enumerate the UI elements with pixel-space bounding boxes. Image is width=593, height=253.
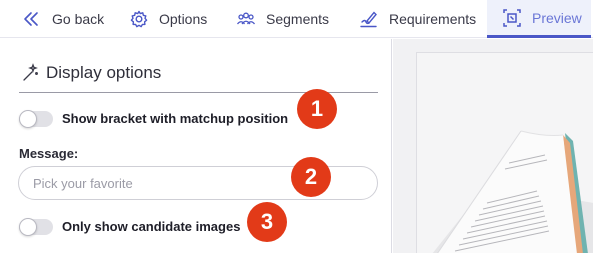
tab-segments[interactable]: Segments: [236, 0, 329, 38]
bracket-position-toggle[interactable]: [19, 110, 53, 128]
callout-badge-1: 1: [297, 89, 337, 129]
display-options-heading: Display options: [20, 63, 161, 83]
callout-badge-3: 3: [247, 202, 287, 242]
open-book-illustration: [417, 53, 593, 253]
tab-preview[interactable]: Preview: [487, 0, 591, 38]
gear-icon: [129, 9, 149, 29]
magic-wand-icon: [20, 63, 40, 83]
tab-options-label: Options: [159, 11, 208, 27]
top-navigation: Go back Options Segments Requirements Pr…: [0, 0, 593, 38]
people-group-icon: [236, 9, 256, 29]
candidate-images-toggle[interactable]: [19, 218, 53, 236]
toggle-knob: [19, 110, 37, 128]
message-label: Message:: [19, 146, 79, 161]
tab-segments-label: Segments: [266, 11, 330, 27]
double-chevron-left-icon: [22, 9, 42, 29]
go-back-button[interactable]: Go back: [22, 0, 104, 38]
frame-preview-icon: [502, 8, 522, 28]
bracket-position-label: Show bracket with matchup position: [62, 111, 289, 126]
callout-badge-2: 2: [291, 157, 331, 197]
go-back-label: Go back: [52, 11, 105, 27]
toggle-knob: [19, 218, 37, 236]
tab-requirements-label: Requirements: [389, 11, 477, 27]
display-options-title: Display options: [46, 63, 162, 82]
preview-image: [416, 52, 593, 253]
preview-panel: [393, 39, 593, 253]
tab-requirements[interactable]: Requirements: [359, 0, 476, 38]
tab-preview-label: Preview: [532, 9, 582, 26]
candidate-images-label: Only show candidate images: [62, 219, 241, 234]
pen-signature-icon: [359, 9, 379, 29]
tab-options[interactable]: Options: [129, 0, 207, 38]
